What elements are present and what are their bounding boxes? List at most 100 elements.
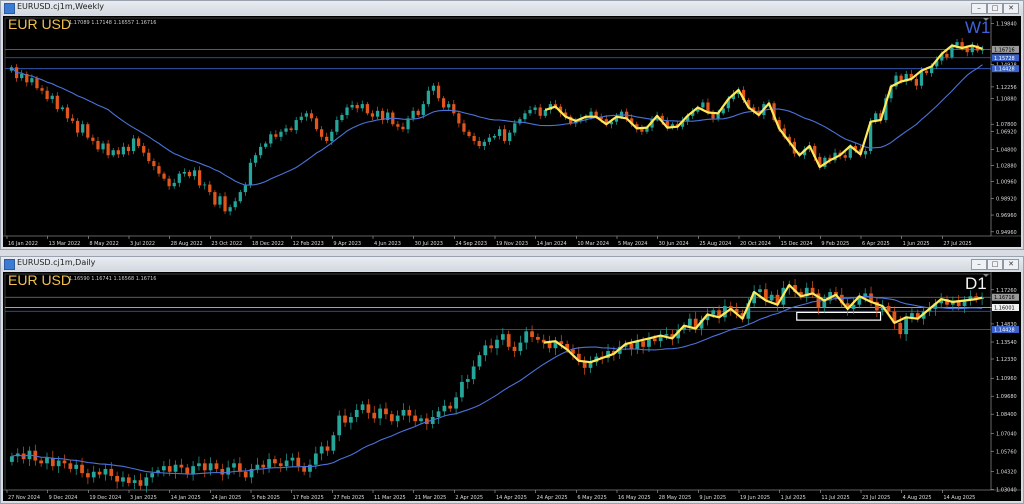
candle-body <box>477 140 481 147</box>
x-tick-label: 13 Mar 2022 <box>49 241 81 247</box>
moving-average-line <box>11 64 983 186</box>
minimize-button[interactable]: – <box>971 3 987 14</box>
candle-body <box>284 460 289 467</box>
candle-body <box>454 397 458 409</box>
candle-body <box>431 85 436 91</box>
candle-body <box>111 150 115 156</box>
candle-body <box>898 322 903 335</box>
candle-body <box>214 463 219 469</box>
candle-body <box>355 104 359 109</box>
candle-body <box>477 355 482 367</box>
candle-body <box>343 415 347 423</box>
candle-body <box>115 475 119 482</box>
candle-body <box>80 464 84 474</box>
close-button[interactable]: ✕ <box>1003 259 1019 270</box>
daily-titlebar[interactable]: EURUSD.cj1m,Daily – □ ✕ <box>1 257 1023 271</box>
candle-body <box>290 457 295 461</box>
candle-body <box>945 53 949 58</box>
x-tick-label: 12 Feb 2023 <box>293 241 324 247</box>
price-tag-label: 1.16716 <box>994 295 1015 301</box>
weekly-chart-svg[interactable]: 1.198401.149281.122561.108801.078001.069… <box>3 16 1021 248</box>
candle-body <box>62 460 67 464</box>
candle-body <box>325 136 329 141</box>
x-tick-label: 27 Feb 2025 <box>333 495 364 501</box>
candle-body <box>863 151 868 155</box>
close-button[interactable]: ✕ <box>1003 3 1019 14</box>
candle-body <box>248 162 253 186</box>
x-tick-label: 19 Jun 2025 <box>740 495 770 501</box>
x-tick-label: 10 Mar 2024 <box>577 241 609 247</box>
candle-body <box>354 409 359 417</box>
candle-body <box>274 134 278 137</box>
candle-body <box>965 47 969 53</box>
daily-chart-window[interactable]: EURUSD.cj1m,Daily – □ ✕ 1.17260 1.16001 1.… <box>0 256 1024 504</box>
y-tick-label: 1.17260 <box>996 288 1017 294</box>
candle-body <box>226 467 231 475</box>
x-tick-label: 27 Nov 2024 <box>8 495 40 501</box>
candle-body <box>711 310 716 315</box>
x-tick-label: 16 Jan 2022 <box>8 241 38 247</box>
y-tick-label: 0.98920 <box>996 197 1017 203</box>
candle-body <box>508 132 512 141</box>
x-tick-label: 15 Dec 2024 <box>781 241 813 247</box>
y-tick-label: 1.06920 <box>996 130 1017 136</box>
weekly-chart-window[interactable]: EURUSD.cj1m,Weekly – □ ✕ 1.198401.149281… <box>0 0 1024 250</box>
x-tick-label: 1 Jul 2025 <box>781 495 806 501</box>
candle-body <box>419 418 423 422</box>
price-tag-label: 1.14428 <box>994 67 1015 73</box>
x-tick-label: 19 Nov 2023 <box>496 241 528 247</box>
x-tick-label: 19 Dec 2024 <box>89 495 121 501</box>
candle-body <box>40 88 44 91</box>
x-tick-label: 1 Jun 2025 <box>903 241 930 247</box>
candle-body <box>157 166 161 174</box>
candle-body <box>132 480 137 483</box>
x-tick-label: 3 Jan 2025 <box>130 495 157 501</box>
candle-body <box>237 463 242 472</box>
candle-body <box>664 334 669 336</box>
candle-body <box>284 128 288 132</box>
x-tick-label: 18 Dec 2022 <box>252 241 284 247</box>
candle-body <box>345 107 349 116</box>
candle-body <box>177 173 181 183</box>
candle-body <box>518 342 523 352</box>
weekly-titlebar[interactable]: EURUSD.cj1m,Weekly – □ ✕ <box>1 1 1023 15</box>
y-tick-label: 1.19840 <box>996 21 1017 27</box>
candle-body <box>337 415 342 436</box>
candle-body <box>523 113 527 120</box>
candle-body <box>103 468 108 475</box>
candle-body <box>411 110 415 119</box>
daily-chart-svg[interactable]: 1.172601.160011.148301.135401.123301.109… <box>3 272 1021 502</box>
candle-body <box>421 104 425 116</box>
candle-body <box>289 128 293 131</box>
candle-body <box>253 155 258 163</box>
y-tick-label: 1.03040 <box>996 487 1017 493</box>
candle-body <box>220 468 225 475</box>
y-tick-label: 1.07040 <box>996 431 1017 437</box>
candle-body <box>460 381 464 398</box>
candle-body <box>360 104 364 109</box>
x-tick-label: 14 Aug 2025 <box>943 495 975 501</box>
candle-body <box>308 464 312 472</box>
weekly-chart-area[interactable]: 1.198401.149281.122561.108801.078001.069… <box>3 16 1021 247</box>
candle-body <box>75 120 80 133</box>
x-tick-label: 4 Aug 2025 <box>903 495 932 501</box>
candle-body <box>182 171 187 174</box>
candle-body <box>35 78 39 89</box>
candle-body <box>60 107 65 110</box>
candle-body <box>91 137 95 141</box>
candle-body <box>20 73 24 79</box>
candle-body <box>258 146 263 156</box>
minimize-button[interactable]: – <box>971 259 987 270</box>
maximize-button[interactable]: □ <box>987 259 1003 270</box>
daily-chart-area[interactable]: 1.172601.160011.148301.135401.123301.109… <box>3 272 1021 501</box>
candle-body <box>30 78 34 83</box>
candle-body <box>162 173 166 179</box>
candle-body <box>136 138 141 147</box>
maximize-button[interactable]: □ <box>987 3 1003 14</box>
candle-body <box>319 129 324 137</box>
x-tick-label: 11 Jul 2025 <box>821 495 849 501</box>
candle-body <box>162 466 166 471</box>
x-tick-label: 24 Jan 2025 <box>211 495 241 501</box>
candle-body <box>687 318 692 326</box>
candle-body <box>218 196 222 205</box>
